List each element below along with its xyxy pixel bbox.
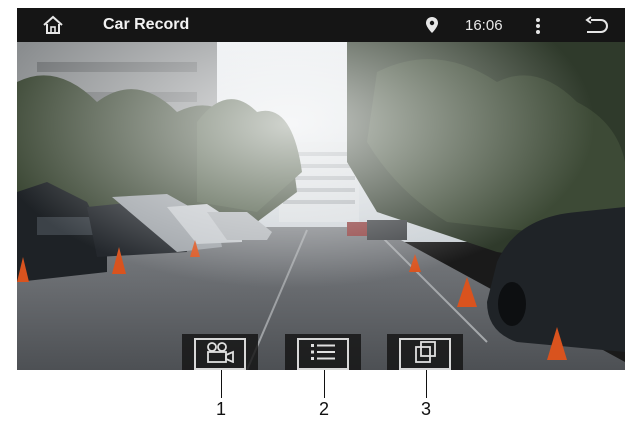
- home-icon[interactable]: [41, 14, 65, 41]
- record-button[interactable]: [182, 334, 258, 370]
- dashcam-scene: [17, 42, 625, 370]
- callout-label-1: 1: [215, 399, 226, 419]
- more-vert-icon[interactable]: [535, 17, 541, 40]
- overlapping-windows-icon: [413, 340, 437, 369]
- callout-line-3: [426, 370, 427, 398]
- location-pin-icon: [425, 16, 439, 39]
- car-record-screen: Car Record 16:06: [17, 8, 625, 370]
- callout-line-2: [324, 370, 325, 398]
- camera-preview[interactable]: [17, 42, 625, 370]
- clock-time: 16:06: [465, 17, 503, 34]
- video-camera-icon: [205, 341, 235, 368]
- list-icon: [310, 343, 336, 366]
- list-button[interactable]: [285, 334, 361, 370]
- top-bar: Car Record 16:06: [17, 8, 625, 42]
- callout-label-2: 2: [318, 399, 329, 419]
- window-button[interactable]: [387, 334, 463, 370]
- page-title: Car Record: [103, 16, 190, 33]
- back-arrow-icon[interactable]: [583, 16, 609, 41]
- callout-line-1: [221, 370, 222, 398]
- callout-label-3: 3: [420, 399, 431, 419]
